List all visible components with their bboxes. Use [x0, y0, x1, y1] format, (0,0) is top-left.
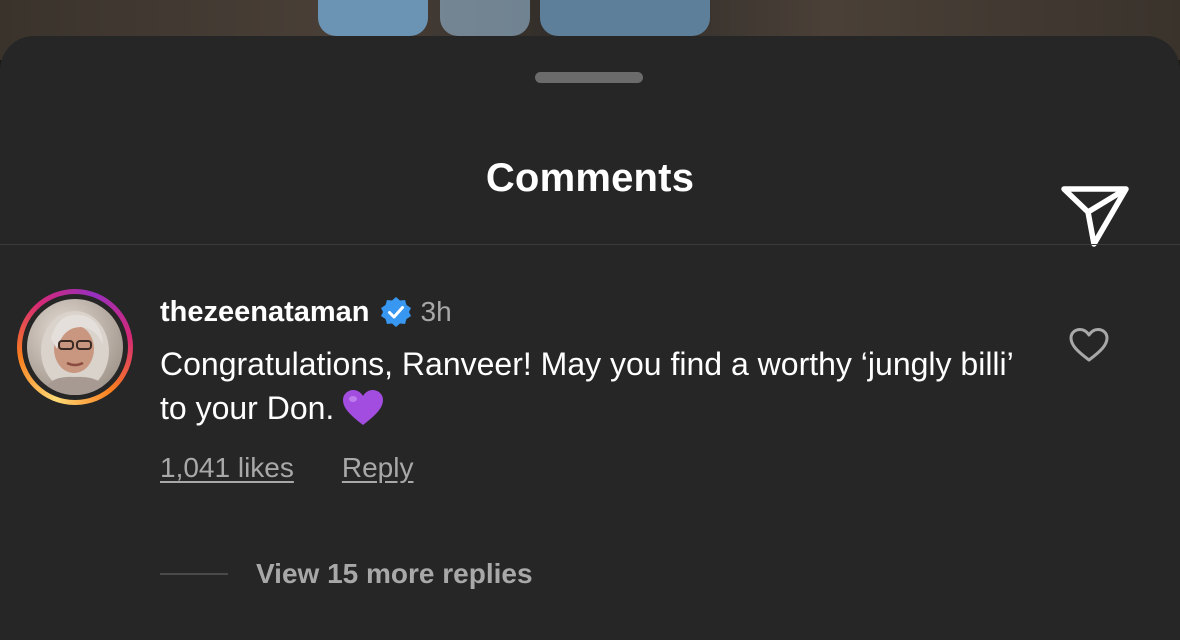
reply-button[interactable]: Reply — [342, 452, 414, 484]
drag-handle[interactable] — [535, 72, 643, 83]
paper-plane-icon[interactable] — [1058, 180, 1132, 248]
comment-actions: 1,041 likes Reply — [160, 448, 413, 488]
background-shape — [318, 0, 428, 36]
comment-header: thezeenataman 3h — [160, 292, 452, 332]
comment-body: Congratulations, Ranveer! May you find a… — [160, 346, 1013, 426]
purple-heart-icon — [343, 390, 384, 425]
profile-photo — [27, 299, 123, 395]
view-more-replies-button[interactable]: View 15 more replies — [160, 554, 533, 594]
header-divider — [0, 244, 1180, 245]
replies-divider-line — [160, 573, 228, 575]
heart-outline-icon[interactable] — [1068, 326, 1110, 364]
comment-time: 3h — [420, 296, 452, 327]
comment-username[interactable]: thezeenataman — [160, 296, 370, 329]
likes-count-link[interactable]: 1,041 likes — [160, 452, 294, 484]
comments-sheet: Comments thezeenataman 3h Congratulation… — [0, 36, 1180, 640]
comment-text: Congratulations, Ranveer! May you find a… — [160, 342, 1020, 430]
background-shape — [540, 0, 710, 36]
profile-photo-drawing — [41, 311, 109, 395]
sheet-title: Comments — [485, 156, 695, 200]
view-more-replies-label: View 15 more replies — [256, 558, 533, 589]
background-shape — [440, 0, 530, 36]
verified-badge-icon — [380, 297, 411, 327]
avatar[interactable] — [17, 289, 133, 405]
